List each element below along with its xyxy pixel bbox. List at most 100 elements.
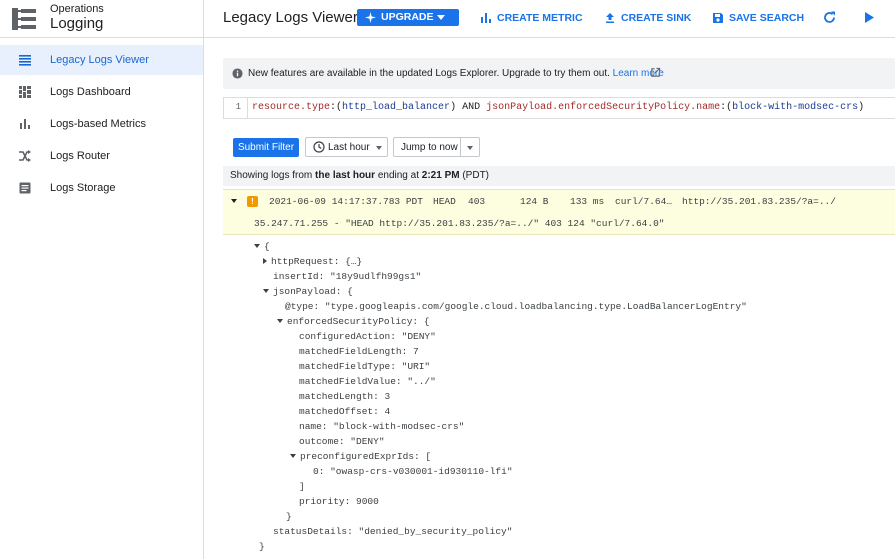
storage-icon <box>19 182 31 194</box>
status-suffix: (PDT) <box>459 170 490 181</box>
create-sink-button[interactable]: CREATE SINK <box>604 10 691 26</box>
log-method: HEAD <box>433 196 456 207</box>
status-range: the last hour <box>315 170 376 181</box>
sidebar-item-logs-storage[interactable]: Logs Storage <box>0 173 203 203</box>
json-tree-text: jsonPayload: { <box>273 286 353 297</box>
json-tree-row: matchedFieldValue: "../" <box>299 376 436 387</box>
log-url: http://35.201.83.235/?a=../ <box>682 196 836 207</box>
json-tree-text: preconfiguredExprIds: [ <box>300 451 432 462</box>
log-timestamp: 2021-06-09 14:17:37.783 PDT <box>269 196 423 207</box>
upgrade-banner: New features are available in the update… <box>223 58 895 89</box>
sidebar-item-logs-router[interactable]: Logs Router <box>0 141 203 171</box>
sidebar-item-logs-dashboard[interactable]: Logs Dashboard <box>0 77 203 107</box>
json-tree-row: } <box>259 541 265 552</box>
banner-message: New features are available in the update… <box>248 68 610 79</box>
query-token: block-with-modsec-crs <box>732 102 859 113</box>
query-text[interactable]: resource.type:(http_load_balancer) AND j… <box>252 102 864 113</box>
json-tree-row: 0: "owasp-crs-v030001-id930110-lfi" <box>313 466 513 477</box>
log-latency: 133 ms <box>570 196 605 207</box>
json-tree-text: matchedOffset: 4 <box>299 406 391 417</box>
expanded-caret-icon[interactable] <box>290 454 296 459</box>
log-entry-row[interactable]: ! 2021-06-09 14:17:37.783 PDT HEAD 403 1… <box>223 189 895 235</box>
json-tree-text: configuredAction: "DENY" <box>299 331 436 342</box>
chevron-down-icon <box>437 15 445 20</box>
time-range-select[interactable]: Last hour <box>305 137 388 157</box>
json-tree-text: matchedLength: 3 <box>299 391 391 402</box>
log-size: 124 B <box>520 196 549 207</box>
router-icon <box>19 150 31 162</box>
bar-chart-icon <box>20 119 30 129</box>
collapsed-caret-icon[interactable] <box>263 258 267 265</box>
query-token: ) AND <box>450 102 487 113</box>
status-mid: ending at <box>375 170 422 181</box>
json-tree-row[interactable]: httpRequest: {…} <box>263 256 362 267</box>
log-summary: 35.247.71.255 - "HEAD http://35.201.83.2… <box>254 218 665 229</box>
json-tree-text: ] <box>299 481 305 492</box>
upload-icon <box>606 13 614 23</box>
status-prefix: Showing logs from <box>230 170 316 181</box>
json-tree-row: @type: "type.googleapis.com/google.cloud… <box>285 301 747 312</box>
save-search-button[interactable]: SAVE SEARCH <box>712 10 804 26</box>
expanded-caret-icon[interactable] <box>263 289 269 294</box>
json-tree-text: } <box>259 541 265 552</box>
json-tree-row[interactable]: { <box>254 241 270 252</box>
log-status: 403 <box>468 196 486 207</box>
json-tree-row: statusDetails: "denied_by_security_polic… <box>273 526 512 537</box>
json-tree-row[interactable]: jsonPayload: { <box>263 286 353 297</box>
json-tree-row: ] <box>299 481 305 492</box>
play-icon[interactable] <box>863 11 875 24</box>
product-name: Logging <box>50 15 104 32</box>
collapse-toggle-icon[interactable] <box>231 199 237 203</box>
chevron-down-icon[interactable] <box>467 146 473 150</box>
jump-to-now-button[interactable]: Jump to now <box>393 137 480 157</box>
json-tree-text: priority: 9000 <box>299 496 379 507</box>
json-tree-text: @type: "type.googleapis.com/google.cloud… <box>285 301 747 312</box>
json-tree-text: } <box>286 511 292 522</box>
sidebar-item-legacy-logs-viewer[interactable]: Legacy Logs Viewer <box>0 45 203 75</box>
status-time: 2:21 PM <box>421 170 460 181</box>
json-tree-row: configuredAction: "DENY" <box>299 331 436 342</box>
product-header: Operations Logging <box>0 0 204 38</box>
refresh-icon[interactable] <box>822 10 837 25</box>
query-token: ) <box>858 102 865 113</box>
json-tree-text: outcome: "DENY" <box>299 436 385 447</box>
json-tree-text: httpRequest: {…} <box>271 256 363 267</box>
product-subtitle: Operations <box>50 3 104 15</box>
split-divider <box>460 138 461 156</box>
query-token: jsonPayload.enforcedSecurityPolicy.name <box>486 102 721 113</box>
json-tree-row[interactable]: enforcedSecurityPolicy: { <box>277 316 430 327</box>
sidebar-item-logs-based-metrics[interactable]: Logs-based Metrics <box>0 109 203 139</box>
expanded-caret-icon[interactable] <box>254 244 260 249</box>
query-editor[interactable]: 1 resource.type:(http_load_balancer) AND… <box>223 97 895 119</box>
page-title: Legacy Logs Viewer <box>223 9 358 26</box>
create-metric-button[interactable]: CREATE METRIC <box>480 10 583 26</box>
banner-text: New features are available in the update… <box>248 68 664 79</box>
json-tree-row: matchedLength: 3 <box>299 391 390 402</box>
query-token: resource.type <box>252 102 331 113</box>
expanded-caret-icon[interactable] <box>277 319 283 324</box>
save-icon <box>713 13 723 23</box>
submit-filter-button[interactable]: Submit Filter <box>233 138 299 157</box>
chevron-down-icon <box>376 146 382 150</box>
list-icon <box>19 55 31 66</box>
upgrade-button[interactable]: UPGRADE <box>357 9 459 26</box>
json-tree-row: name: "block-with-modsec-crs" <box>299 421 464 432</box>
external-link-icon[interactable] <box>650 67 661 78</box>
sidebar-item-label: Legacy Logs Viewer <box>50 54 149 66</box>
info-icon <box>232 68 243 79</box>
sidebar-item-label: Logs-based Metrics <box>50 118 146 130</box>
json-tree-row: matchedOffset: 4 <box>299 406 390 417</box>
json-tree-text: { <box>264 241 270 252</box>
query-token: http_load_balancer <box>342 102 451 113</box>
log-json-tree: {httpRequest: {…} insertId: "18y9udlfh99g… <box>223 236 895 559</box>
json-tree-text: enforcedSecurityPolicy: { <box>287 316 430 327</box>
json-tree-text: matchedFieldValue: "../" <box>299 376 436 387</box>
json-tree-row[interactable]: preconfiguredExprIds: [ <box>290 451 431 462</box>
logging-logo-icon <box>12 8 36 30</box>
create-metric-label: CREATE METRIC <box>497 12 583 24</box>
top-bar: Legacy Logs Viewer UPGRADE CREATE METRIC… <box>204 0 895 38</box>
json-tree-row: insertId: "18y9udlfh99gs1" <box>273 271 421 282</box>
status-strip: Showing logs from the last hour ending a… <box>223 166 895 186</box>
log-user-agent: curl/7.64… <box>615 196 673 207</box>
create-sink-label: CREATE SINK <box>621 12 692 24</box>
